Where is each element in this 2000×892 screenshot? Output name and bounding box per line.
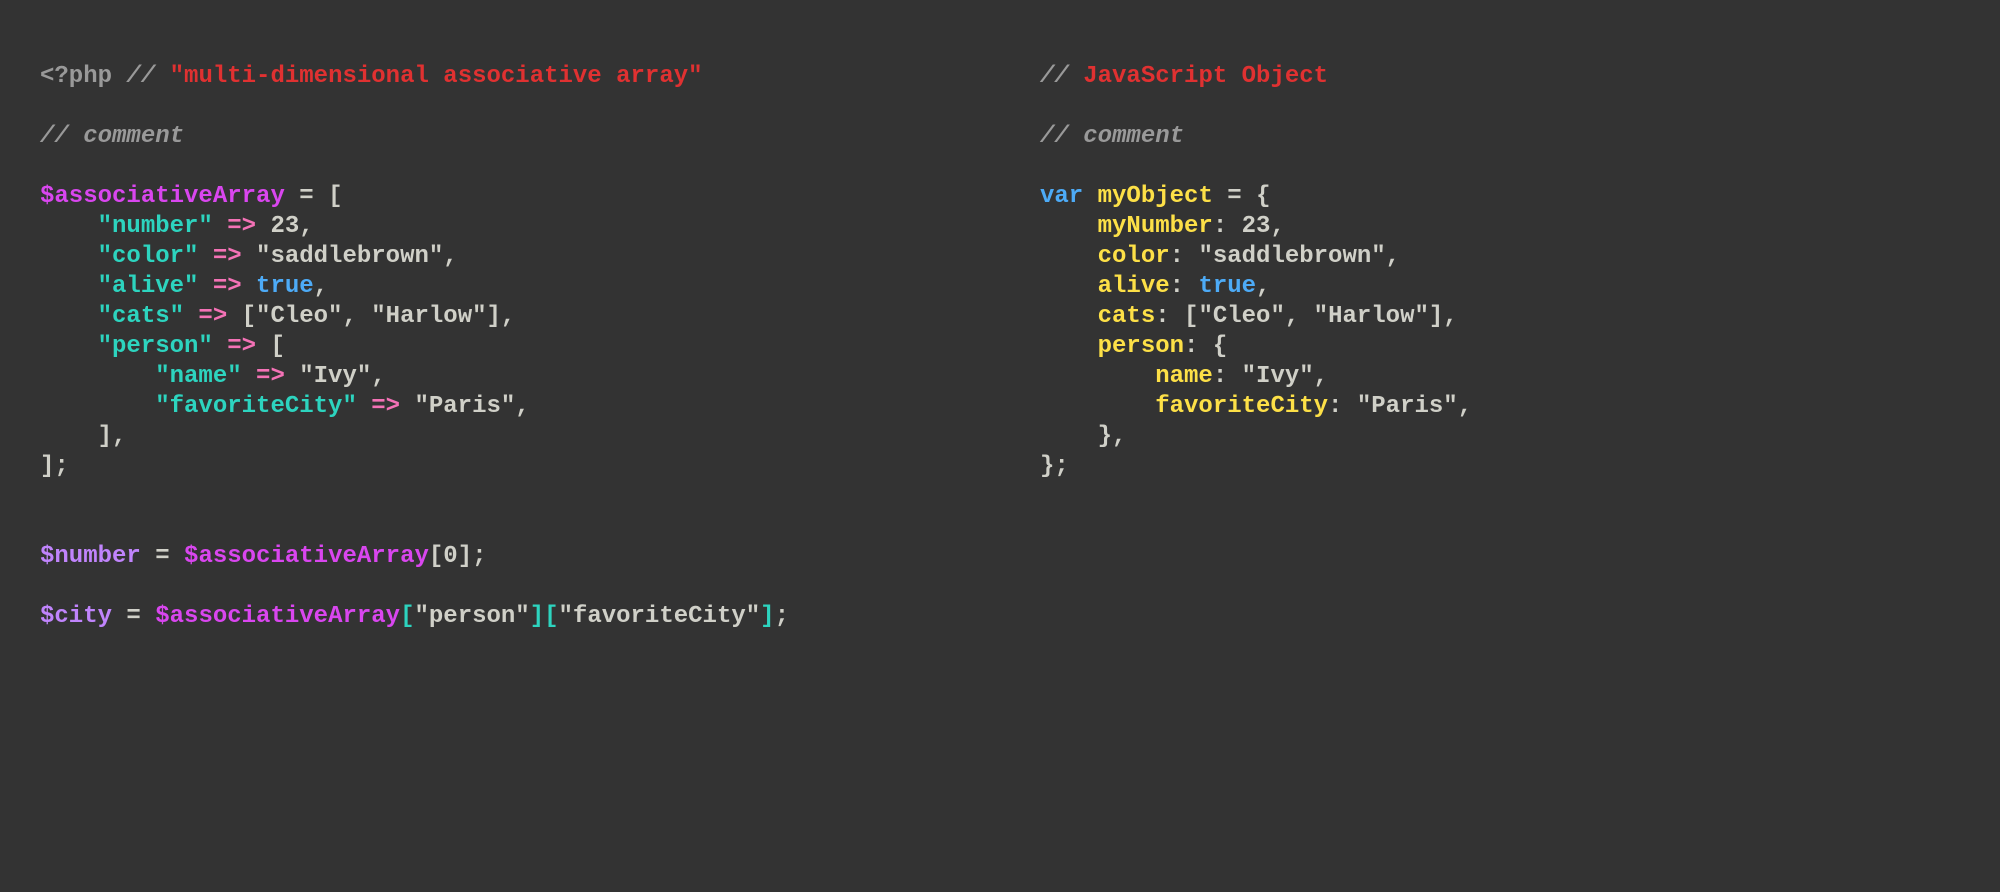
comment-marker: // [1040, 63, 1069, 90]
var-associative-array: $associativeArray [40, 183, 285, 210]
key-cats: "cats" [98, 303, 184, 330]
index-favoritecity: "favoriteCity" [559, 603, 761, 630]
key-alive: "alive" [98, 273, 199, 300]
cat-1: "Cleo" [1198, 303, 1284, 330]
var-number: $number [40, 543, 141, 570]
cat-1: "Cleo" [256, 303, 342, 330]
key-person: person [1098, 333, 1184, 360]
key-name: name [1155, 363, 1213, 390]
value-name: "Ivy" [299, 363, 371, 390]
index-zero: [0] [429, 543, 472, 570]
key-name: "name" [155, 363, 241, 390]
value-color: "saddlebrown" [256, 243, 443, 270]
line-comment: comment [83, 123, 184, 150]
php-open-tag: <?php [40, 63, 112, 90]
key-person: "person" [98, 333, 213, 360]
comment-marker: // [1040, 123, 1069, 150]
key-cats: cats [1098, 303, 1156, 330]
key-color: color [1098, 243, 1170, 270]
keyword-var: var [1040, 183, 1083, 210]
line-comment: comment [1083, 123, 1184, 150]
index-person: "person" [414, 603, 529, 630]
code-comparison-container: <?php // "multi-dimensional associative … [0, 0, 2000, 892]
value-color: "saddlebrown" [1198, 243, 1385, 270]
js-code-pane: // JavaScript Object // comment var myOb… [1040, 62, 1960, 830]
var-city: $city [40, 603, 112, 630]
title-comment-text: JavaScript Object [1083, 63, 1328, 90]
value-number: 23 [270, 213, 299, 240]
cat-2: "Harlow" [371, 303, 486, 330]
key-color: "color" [98, 243, 199, 270]
key-alive: alive [1098, 273, 1170, 300]
value-favoritecity: "Paris" [1357, 393, 1458, 420]
value-name: "Ivy" [1242, 363, 1314, 390]
key-number: "number" [98, 213, 213, 240]
comment-marker: // [40, 123, 69, 150]
var-myobject: myObject [1098, 183, 1213, 210]
title-comment-text: "multi-dimensional associative array" [170, 63, 703, 90]
value-alive: true [256, 273, 314, 300]
comment-marker: // [126, 63, 155, 90]
value-alive: true [1198, 273, 1256, 300]
cat-2: "Harlow" [1314, 303, 1429, 330]
key-mynumber: myNumber [1098, 213, 1213, 240]
key-favoritecity: favoriteCity [1155, 393, 1328, 420]
value-number: 23 [1242, 213, 1271, 240]
php-code-pane: <?php // "multi-dimensional associative … [40, 62, 1040, 830]
key-favoritecity: "favoriteCity" [155, 393, 357, 420]
value-favoritecity: "Paris" [414, 393, 515, 420]
